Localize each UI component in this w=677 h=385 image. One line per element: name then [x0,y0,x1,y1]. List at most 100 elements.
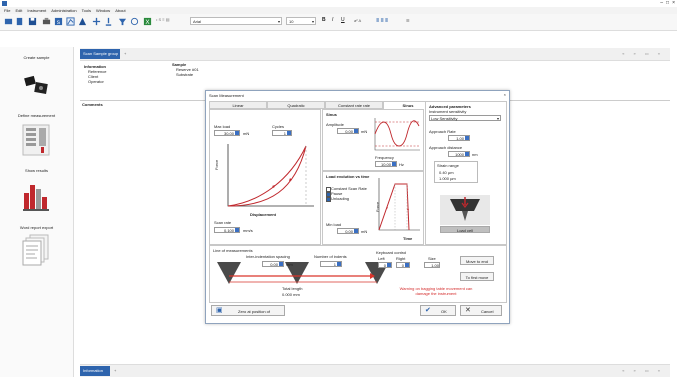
bold-icon[interactable]: B [322,17,326,23]
strain-range-min: 0.40 µm [439,170,454,175]
menu-item-tools[interactable]: Tools [82,8,91,13]
spacing-stepper[interactable]: 0.00 [262,261,284,267]
minimize-icon[interactable]: – [660,1,663,6]
max-load-stepper[interactable]: 30.00 [214,130,240,136]
frequency-label: Frequency [375,155,394,160]
close-icon[interactable]: × [672,1,675,6]
text-format-icons[interactable]: • S ≡ ▤ [156,17,170,22]
menu-item-instrument[interactable]: Instrument [27,8,46,13]
indent-line-diagram [217,262,389,284]
measurement-icon[interactable] [66,17,75,26]
filter-icon[interactable] [118,17,127,26]
size-field[interactable]: 1.00 [424,262,440,268]
tab-navigation-icons[interactable]: « » ▭ » [622,368,664,373]
sample-holder-icon[interactable] [78,17,87,26]
load-time-chart [378,178,420,231]
indenter-tip-image[interactable] [440,195,490,225]
tab-sample-group[interactable]: Scan Sample group [80,49,120,59]
max-load-unit: mN [243,131,250,136]
menu-item-administration[interactable]: Administration [51,8,76,13]
menu-item-file[interactable]: File [4,8,10,13]
font-name-dropdown[interactable]: Arial ▾ [190,17,282,25]
sidebar-item-create-sample[interactable]: Create sample [0,55,73,60]
substrate-label: Substrate [176,72,194,77]
menu-item-about[interactable]: About [115,8,125,13]
sample-icon[interactable] [21,67,51,101]
tab-navigation-icons[interactable]: « » ▭ » [622,51,664,56]
title-bar: – □ × [0,0,677,7]
measurement-setup-icon[interactable] [21,123,51,157]
sidebar: Create sample Define measurement Show re… [0,47,74,377]
report-icon[interactable]: s [54,17,63,26]
open-folder-icon[interactable] [4,17,13,26]
indent-count-stepper[interactable]: 1 [320,261,342,267]
refresh-icon[interactable] [130,17,139,26]
approach-distance-stepper[interactable]: 1000 [448,151,470,157]
sidebar-item-word-report-export[interactable]: Word report export [0,225,73,230]
move-to-start-button[interactable]: To first move [460,272,494,281]
indent-count-label: Number of indents [314,254,347,259]
approach-distance-unit: nm [472,152,478,157]
svg-text:s: s [57,19,60,26]
chart-y-label: Force [214,159,219,170]
amplitude-unit: mN [361,129,368,134]
tab-constant-rate[interactable]: Constant rate rate [325,101,383,109]
menu-item-window[interactable]: Window [96,8,110,13]
underline-icon[interactable]: U [341,17,345,23]
chart-x-label: Displacement [250,212,277,217]
total-length-value: 0.000 mm [282,292,300,297]
align-icons[interactable]: ≣ ≣ ≣ [376,18,388,23]
menu-item-edit[interactable]: Edit [15,8,22,13]
close-icon[interactable]: × [504,92,506,97]
approach-rate-stepper[interactable]: 1.00 [448,135,470,141]
new-file-icon[interactable] [15,17,24,26]
tab-label: Scan Sample group [83,51,119,56]
results-chart-icon[interactable] [21,179,51,213]
advanced-parameters-panel: Advanced parameters Instrument sensitivi… [425,101,507,245]
save-icon[interactable] [28,17,37,26]
sensitivity-label: Instrument sensitivity [429,109,467,114]
italic-icon[interactable]: I [332,17,333,23]
tab-linear[interactable]: Linear [209,101,267,109]
indenter-icon[interactable] [104,17,113,26]
print-icon[interactable] [42,17,51,26]
maximize-icon[interactable]: □ [666,1,669,6]
new-tab-icon[interactable]: + [124,51,126,56]
tab-information[interactable]: Information [80,366,110,376]
add-icon[interactable] [92,17,101,26]
report-pages-icon[interactable] [21,233,51,267]
tab-quadratic[interactable]: Quadratic [267,101,325,109]
amplitude-stepper[interactable]: 0.00 [337,128,359,134]
text-color-icons[interactable]: a² A [354,18,361,23]
ok-button[interactable]: ✔ OK [420,305,456,316]
menu-bar: File Edit Instrument Administration Tool… [0,7,677,14]
move-to-end-button[interactable]: Move to end [460,256,494,265]
force-displacement-chart [227,144,314,207]
scan-rate-stepper[interactable]: 0.100 [214,227,240,233]
min-load-stepper[interactable]: 0.00 [337,228,359,234]
left-stepper[interactable]: 0 [378,262,392,268]
keyboard-header: Keyboard control [376,250,407,255]
tab-label: Information [83,368,104,373]
font-size-dropdown[interactable]: 10 ▾ [286,17,316,25]
left-label: Left [378,256,385,261]
chart-x-label: Time [403,236,413,241]
frequency-stepper[interactable]: 10.00 [375,161,397,167]
max-load-label: Max load [214,124,231,129]
min-load-label: Min load [326,222,342,227]
export-excel-icon[interactable]: X [143,17,152,26]
sensitivity-dropdown[interactable]: Low Sensitivity ▾ [429,115,501,121]
right-stepper[interactable]: 0 [396,262,410,268]
dialog-title: Scan Measurement [209,93,244,98]
zero-position-button[interactable]: ▣ Zero at position of [211,305,285,316]
sidebar-item-define-measurement[interactable]: Define measurement [0,113,73,118]
load-evolution-panel: Load evolution vs time Constant Scan Rat… [322,171,424,245]
sidebar-item-show-results[interactable]: Show results [0,168,73,173]
font-size-value: 10 [289,19,294,24]
load-cell-button[interactable]: Load cell [440,226,490,233]
strain-range-group: Strain range 0.40 µm 1.000 µm [434,161,478,183]
new-tab-icon[interactable]: + [114,368,116,373]
cancel-button[interactable]: ✕ Cancel [460,305,502,316]
cycles-stepper[interactable]: 1 [272,130,292,136]
list-icon[interactable]: ☰ [406,18,410,23]
